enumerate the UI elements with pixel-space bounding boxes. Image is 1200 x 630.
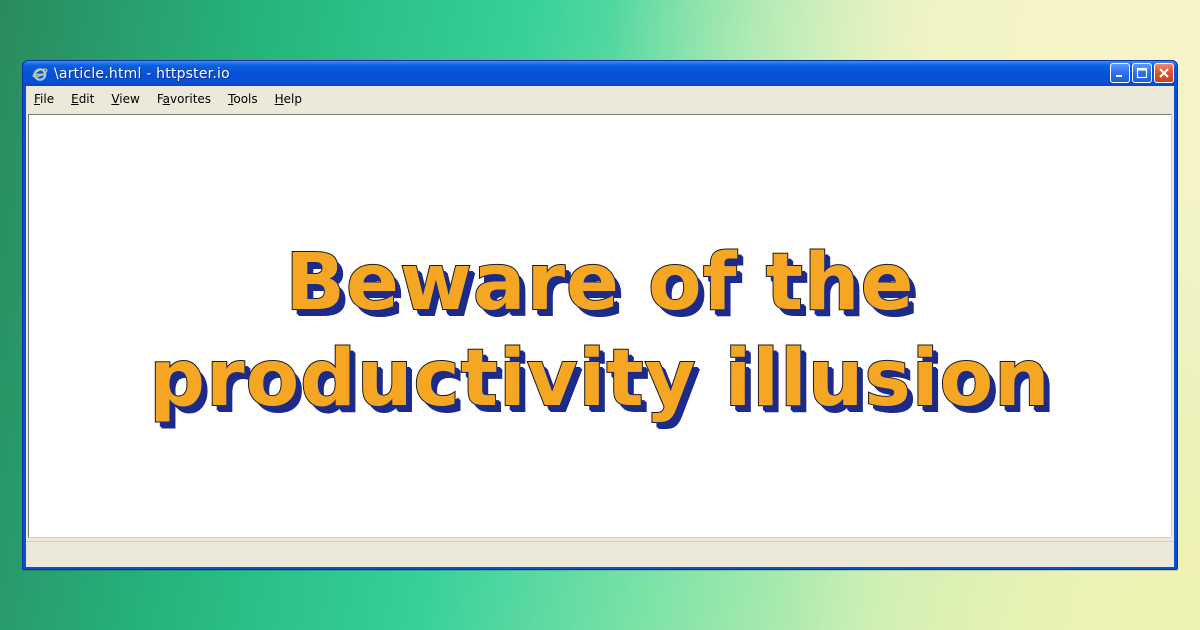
content-area: Beware of the productivity illusion	[26, 111, 1174, 541]
menu-view[interactable]: View	[109, 90, 141, 108]
window-controls	[1110, 63, 1174, 83]
menu-edit[interactable]: Edit	[69, 90, 96, 108]
page-viewport[interactable]: Beware of the productivity illusion	[28, 114, 1172, 538]
menu-bar: File Edit View Favorites Tools Help	[26, 86, 1174, 111]
close-button[interactable]	[1154, 63, 1174, 83]
status-bar	[26, 541, 1174, 567]
window-title: \article.html - httpster.io	[54, 65, 230, 82]
headline-line-1: Beware of the	[285, 237, 915, 329]
menu-file[interactable]: File	[32, 90, 56, 108]
maximize-icon	[1136, 67, 1148, 79]
headline-line-2: productivity illusion	[148, 333, 1051, 425]
browser-window: \article.html - httpster.io File Edit Vi…	[22, 60, 1178, 570]
menu-tools[interactable]: Tools	[226, 90, 260, 108]
minimize-icon	[1116, 75, 1122, 77]
menu-favorites[interactable]: Favorites	[155, 90, 213, 108]
page-headline: Beware of the productivity illusion	[148, 225, 1051, 427]
maximize-button[interactable]	[1132, 63, 1152, 83]
close-icon	[1159, 68, 1169, 78]
ie-icon	[32, 66, 48, 82]
minimize-button[interactable]	[1110, 63, 1130, 83]
title-bar[interactable]: \article.html - httpster.io	[23, 61, 1177, 86]
menu-help[interactable]: Help	[273, 90, 304, 108]
